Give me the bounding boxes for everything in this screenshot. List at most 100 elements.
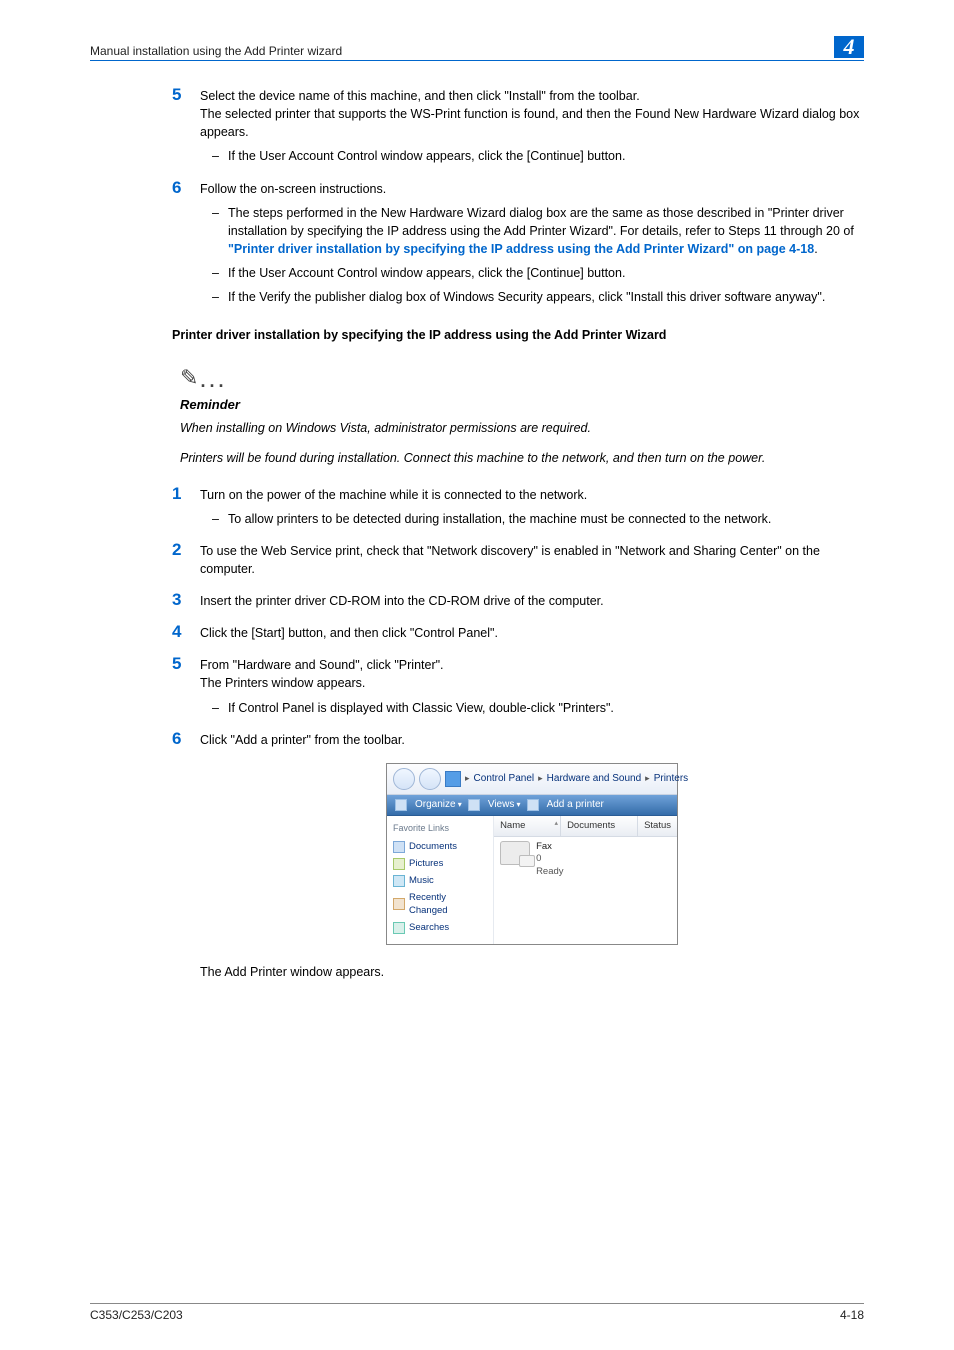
step-number: 2	[172, 538, 181, 563]
sidebar-label: Pictures	[409, 857, 443, 871]
chevron-right-icon: ▸	[645, 772, 650, 785]
breadcrumb-item[interactable]: Control Panel	[474, 772, 535, 787]
bullet-list: The steps performed in the New Hardware …	[200, 204, 864, 307]
page-footer: C353/C253/C203 4-18	[90, 1303, 864, 1322]
step-number: 3	[172, 588, 181, 613]
step-text: Insert the printer driver CD-ROM into th…	[200, 592, 864, 610]
bullet-item: If Control Panel is displayed with Class…	[200, 699, 864, 717]
step-5a: 5 Select the device name of this machine…	[200, 87, 864, 166]
add-printer-icon	[527, 799, 539, 811]
sidebar-item-recent[interactable]: Recently Changed	[393, 891, 487, 919]
step-number: 4	[172, 620, 181, 645]
bullet-pre: The steps performed in the New Hardware …	[228, 206, 854, 238]
reminder-block: ✎... Reminder When installing on Windows…	[180, 362, 864, 467]
bullet-item: To allow printers to be detected during …	[200, 510, 864, 528]
organize-button[interactable]: Organize	[415, 798, 462, 813]
cross-ref-link[interactable]: "Printer driver installation by specifyi…	[228, 242, 814, 256]
step-text: Turn on the power of the machine while i…	[200, 486, 864, 504]
sidebar-item-pictures[interactable]: Pictures	[393, 857, 487, 871]
printers-window-screenshot: ▸ Control Panel ▸ Hardware and Sound ▸ P…	[386, 763, 678, 945]
add-printer-button[interactable]: Add a printer	[547, 798, 604, 813]
step-6a: 6 Follow the on-screen instructions. The…	[200, 180, 864, 307]
step-2b: 2 To use the Web Service print, check th…	[200, 542, 864, 578]
step-1b: 1 Turn on the power of the machine while…	[200, 486, 864, 528]
step-text-extra: The Printers window appears.	[200, 674, 864, 692]
footer-model: C353/C253/C203	[90, 1308, 183, 1322]
main-pane: Name Documents Status Fax 0 Ready	[494, 816, 677, 944]
chevron-right-icon: ▸	[465, 772, 470, 785]
breadcrumb-item[interactable]: Printers	[654, 772, 688, 787]
step-number: 6	[172, 176, 181, 201]
step-text-extra: The selected printer that supports the W…	[200, 105, 864, 141]
column-headers: Name Documents Status	[494, 816, 677, 837]
fax-info: Fax 0 Ready	[536, 841, 563, 878]
sidebar-item-music[interactable]: Music	[393, 874, 487, 888]
step-text: From "Hardware and Sound", click "Printe…	[200, 656, 864, 674]
sidebar-item-documents[interactable]: Documents	[393, 840, 487, 854]
folder-icon	[445, 771, 461, 787]
step-6b: 6 Click "Add a printer" from the toolbar…	[200, 731, 864, 749]
step-text: Select the device name of this machine, …	[200, 87, 864, 105]
step-number: 1	[172, 482, 181, 507]
sidebar-label: Documents	[409, 840, 457, 854]
forward-button-icon[interactable]	[419, 768, 441, 790]
music-icon	[393, 875, 405, 887]
recent-icon	[393, 898, 405, 910]
sidebar-label: Recently Changed	[409, 891, 487, 919]
breadcrumb-bar: ▸ Control Panel ▸ Hardware and Sound ▸ P…	[387, 764, 677, 795]
bullet-item: If the User Account Control window appea…	[200, 264, 864, 282]
chapter-number: 4	[834, 36, 864, 58]
column-name[interactable]: Name	[494, 816, 561, 836]
step-text: Click "Add a printer" from the toolbar.	[200, 731, 864, 749]
step-text: Follow the on-screen instructions.	[200, 180, 864, 198]
back-button-icon[interactable]	[393, 768, 415, 790]
documents-icon	[393, 841, 405, 853]
fax-icon	[500, 841, 530, 865]
bullet-list: To allow printers to be detected during …	[200, 510, 864, 528]
favorites-heading: Favorite Links	[393, 822, 487, 835]
footer-page: 4-18	[840, 1308, 864, 1322]
bullet-list: If the User Account Control window appea…	[200, 147, 864, 165]
reminder-label: Reminder	[180, 396, 864, 415]
page-header: Manual installation using the Add Printe…	[90, 36, 864, 61]
sidebar-item-searches[interactable]: Searches	[393, 921, 487, 935]
after-screenshot-text: The Add Printer window appears.	[200, 963, 864, 981]
step-number: 5	[172, 652, 181, 677]
column-documents[interactable]: Documents	[561, 816, 638, 836]
bullet-list: If Control Panel is displayed with Class…	[200, 699, 864, 717]
reminder-text: Printers will be found during installati…	[180, 449, 864, 467]
chevron-right-icon: ▸	[538, 772, 543, 785]
header-title: Manual installation using the Add Printe…	[90, 44, 342, 58]
section-heading: Printer driver installation by specifyin…	[172, 326, 864, 344]
body-content: 5 Select the device name of this machine…	[200, 87, 864, 981]
step-number: 5	[172, 83, 181, 108]
bullet-item: If the Verify the publisher dialog box o…	[200, 288, 864, 306]
views-button[interactable]: Views	[488, 798, 521, 813]
breadcrumb-item[interactable]: Hardware and Sound	[547, 772, 642, 787]
searches-icon	[393, 922, 405, 934]
step-number: 6	[172, 727, 181, 752]
fax-status: Ready	[536, 866, 563, 878]
pictures-icon	[393, 858, 405, 870]
fax-count: 0	[536, 853, 563, 865]
step-5b: 5 From "Hardware and Sound", click "Prin…	[200, 656, 864, 716]
sidebar-label: Music	[409, 874, 434, 888]
step-3b: 3 Insert the printer driver CD-ROM into …	[200, 592, 864, 610]
reminder-text: When installing on Windows Vista, admini…	[180, 419, 864, 437]
views-icon	[468, 799, 480, 811]
sidebar-label: Searches	[409, 921, 449, 935]
step-text: To use the Web Service print, check that…	[200, 542, 864, 578]
toolbar: Organize Views Add a printer	[387, 795, 677, 817]
bullet-item: The steps performed in the New Hardware …	[200, 204, 864, 258]
bullet-post: .	[814, 242, 817, 256]
fax-name: Fax	[536, 841, 563, 853]
printer-item-fax[interactable]: Fax 0 Ready	[494, 837, 677, 882]
pencil-icon: ✎...	[180, 362, 864, 394]
window-body: Favorite Links Documents Pictures Music …	[387, 816, 677, 944]
bullet-item: If the User Account Control window appea…	[200, 147, 864, 165]
organize-icon	[395, 799, 407, 811]
step-text: Click the [Start] button, and then click…	[200, 624, 864, 642]
sidebar: Favorite Links Documents Pictures Music …	[387, 816, 494, 944]
step-4b: 4 Click the [Start] button, and then cli…	[200, 624, 864, 642]
column-status[interactable]: Status	[638, 816, 677, 836]
